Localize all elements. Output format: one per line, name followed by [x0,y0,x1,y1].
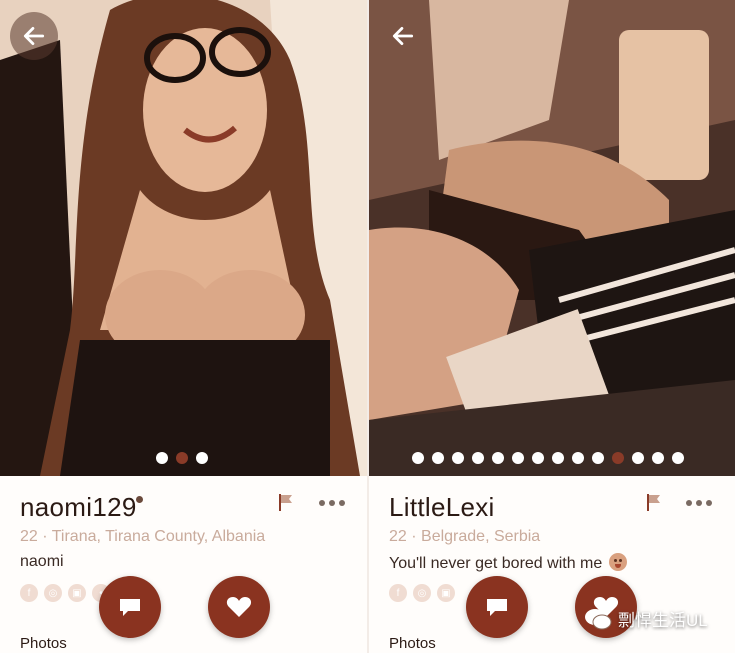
photos-section-label: Photos [389,635,436,652]
like-button[interactable] [208,576,270,638]
photo-dot[interactable] [432,452,444,464]
profile-info: naomi129 22 · Tirana, Tirana County, Alb… [0,476,367,653]
linkedin-icon[interactable]: ▣ [68,584,86,602]
chat-bubble-icon [120,599,140,616]
heart-icon [226,597,252,617]
photo-dot[interactable] [412,452,424,464]
message-button[interactable] [466,576,528,638]
flag-icon[interactable] [276,492,296,512]
photo-dot[interactable] [452,452,464,464]
tongue-out-emoji-icon [608,553,627,571]
profile-username: naomi129 [20,492,137,522]
photo-dot[interactable] [572,452,584,464]
photo-dot[interactable] [592,452,604,464]
photo-dot[interactable] [492,452,504,464]
photo-dot[interactable] [552,452,564,464]
profile-bio-container: You'll never get bored with me [389,553,627,573]
online-indicator [136,496,143,503]
photo-dot[interactable] [532,452,544,464]
photo-dot[interactable] [652,452,664,464]
photo-pagination [412,452,684,464]
social-links: f ◎ ▣ [389,584,455,602]
profile-card-littlelexi: LittleLexi 22 · Belgrade, Serbia You'll … [369,0,735,653]
facebook-icon[interactable]: f [389,584,407,602]
arrow-left-icon [23,27,45,45]
message-button[interactable] [99,576,161,638]
more-horizontal-icon[interactable] [686,500,712,508]
photo-dot[interactable] [196,452,208,464]
photo-dot[interactable] [632,452,644,464]
profile-photo[interactable] [0,0,367,476]
watermark: 剽悍生活UL [584,606,708,631]
flag-icon[interactable] [644,492,664,512]
photos-section-label: Photos [20,635,67,652]
photo-dot[interactable] [672,452,684,464]
photo-dot[interactable] [156,452,168,464]
profile-photo[interactable] [369,0,735,476]
instagram-icon[interactable]: ◎ [44,584,62,602]
photo-pagination [156,452,208,464]
wechat-logo-icon [585,608,612,629]
instagram-icon[interactable]: ◎ [413,584,431,602]
social-links: f ◎ ▣ • [20,584,110,602]
back-button[interactable] [10,12,58,60]
photo-dot-active[interactable] [176,452,188,464]
profile-location: 22 · Tirana, Tirana County, Albania [20,528,266,545]
chat-bubble-icon [487,599,507,616]
profile-photo-image [0,0,367,476]
profile-bio: You'll never get bored with me [389,555,603,572]
profile-photo-image [369,0,735,476]
photo-dot[interactable] [512,452,524,464]
watermark-text: 剽悍生活UL [618,611,708,630]
profile-location: 22 · Belgrade, Serbia [389,528,541,545]
more-horizontal-icon[interactable] [319,500,345,508]
arrow-left-icon [392,27,414,45]
profile-username: LittleLexi [389,492,495,522]
back-button[interactable] [379,12,427,60]
linkedin-icon[interactable]: ▣ [437,584,455,602]
photo-dot-active[interactable] [612,452,624,464]
facebook-icon[interactable]: f [20,584,38,602]
profile-card-naomi129: naomi129 22 · Tirana, Tirana County, Alb… [0,0,367,653]
profile-bio: naomi [20,553,64,570]
photo-dot[interactable] [472,452,484,464]
